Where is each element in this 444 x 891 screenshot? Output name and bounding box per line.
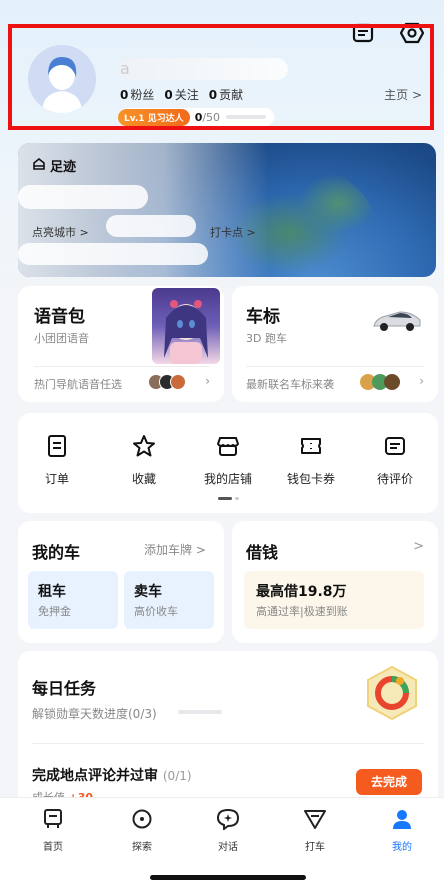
car-badge-card[interactable]: 车标 3D 跑车 最新联名车标来袭 › [232,286,438,402]
chevron-right-icon: › [419,374,424,388]
voice-avatars [148,374,186,390]
order-icon [46,435,68,462]
quick-action-reviews[interactable]: 待评价 [355,434,435,487]
voice-pack-card[interactable]: 语音包 小团团语音 热门导航语音任选 › [18,286,224,402]
avatar[interactable] [28,45,96,113]
light-city-link[interactable]: 点亮城市 > [32,224,89,240]
profile-icon [391,810,413,834]
sports-car-image [372,308,422,338]
chevron-right-icon: › [205,374,210,388]
follow-stat[interactable]: 0 关注 [164,86,198,103]
daily-task-progress: 解锁勋章天数进度(0/3) [32,707,157,721]
car-badge-footer: 最新联名车标来袭 [246,378,334,391]
voice-character-image [152,288,220,364]
level-row[interactable]: Lv.1 见习达人 0/50 [118,108,275,126]
home-icon [42,809,64,834]
nav-chat[interactable]: 对话 [193,808,263,853]
car-badge-icons [360,374,400,390]
explore-icon [131,809,153,834]
level-badge: Lv.1 见习达人 [118,108,190,126]
profile-stats: 0 粉丝 0 关注 0 贡献 [120,86,243,103]
coupon-icon [299,438,323,462]
quick-action-orders[interactable]: 订单 [17,434,97,487]
medal-icon[interactable] [362,663,422,727]
daily-task-title: 每日任务 [32,679,97,698]
loan-arrow: > [413,539,424,554]
review-icon [383,437,407,462]
nav-home[interactable]: 首页 [18,808,88,853]
level-progress-text: 0/50 [194,110,221,124]
star-icon [132,435,156,462]
my-car-title: 我的车 [32,543,81,562]
loan-offer[interactable]: 最高借19.8万 高通过率|极速到账 [244,571,424,629]
quick-action-wallet[interactable]: 钱包卡券 [271,434,351,487]
quick-action-my-store[interactable]: 我的店铺 [188,434,268,487]
sell-car-button[interactable]: 卖车 高价收车 [124,571,214,629]
level-progress-bar [226,115,267,119]
home-indicator [150,875,306,880]
nav-profile[interactable]: 我的 [367,808,437,853]
username: a [118,58,288,80]
loan-title: 借钱 [246,543,279,562]
home-page-link[interactable]: 主页 > [384,86,422,103]
footprint-card[interactable]: 足迹 点亮城市 > 打卡点 > [18,143,436,277]
page-indicator [218,497,239,500]
chat-icon [216,808,240,834]
task-go-button[interactable]: 去完成 [356,769,422,795]
voice-pack-footer: 热门导航语音任选 [34,378,122,391]
footprint-title: 足迹 [32,156,76,175]
store-icon [216,437,240,462]
nav-taxi[interactable]: 打车 [280,808,350,853]
checkin-link[interactable]: 打卡点 > [210,224,256,240]
daily-task-card: 每日任务 解锁勋章天数进度(0/3) 完成地点评论并过审 (0/1) 成长值 +… [18,651,438,811]
rent-car-button[interactable]: 租车 免押金 [28,571,118,629]
profile-section: a 0 粉丝 0 关注 0 贡献 主页 > Lv.1 见习达人 0/50 [8,24,434,130]
fans-stat[interactable]: 0 粉丝 [120,86,154,103]
my-car-card[interactable]: 我的车 添加车牌 > 租车 免押金 卖车 高价收车 [18,521,224,643]
car-badge-title: 车标 [246,307,280,327]
quick-action-favorites[interactable]: 收藏 [104,434,184,487]
taxi-icon [303,810,327,834]
voice-pack-subtitle: 小团团语音 [34,332,89,345]
loan-card[interactable]: 借钱 > 最高借19.8万 高通过率|极速到账 [232,521,438,643]
voice-pack-title: 语音包 [34,307,85,327]
nav-explore[interactable]: 探索 [107,808,177,853]
daily-task-progress-bar [178,710,222,714]
task-title: 完成地点评论并过审 (0/1) [32,768,192,784]
add-plate-link[interactable]: 添加车牌 > [144,541,206,558]
footprint-icon [32,157,46,175]
contrib-stat[interactable]: 0 贡献 [209,86,243,103]
car-badge-subtitle: 3D 跑车 [246,332,287,345]
